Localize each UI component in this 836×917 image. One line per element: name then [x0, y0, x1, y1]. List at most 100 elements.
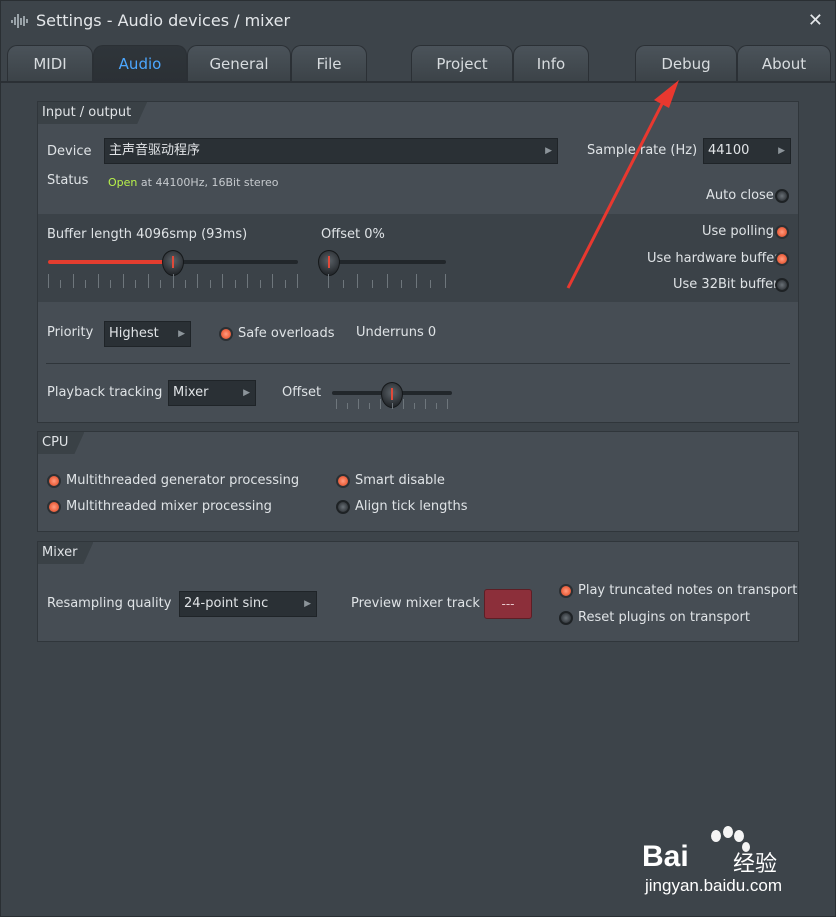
slider-tick: [430, 280, 431, 288]
slider-tick: [328, 274, 329, 288]
slider-tick: [160, 280, 161, 288]
slider-tick: [185, 280, 186, 288]
device-select[interactable]: 主声音驱动程序 ▶: [104, 138, 558, 164]
sample-rate-value: 44100: [708, 143, 750, 158]
watermark-brand-cn: 经验: [733, 852, 778, 877]
playback-tracking-select[interactable]: Mixer ▶: [168, 380, 256, 406]
slider-tick: [173, 274, 174, 288]
slider-tick: [148, 274, 149, 288]
title-bar[interactable]: Settings - Audio devices / mixer ✕: [1, 1, 835, 41]
input-output-panel: Input / output Device 主声音驱动程序 ▶ Sample r…: [37, 101, 799, 423]
device-value: 主声音驱动程序: [109, 143, 201, 158]
slider-tick: [387, 274, 388, 288]
dropdown-arrow-icon: ▶: [178, 329, 185, 339]
slider-tick: [445, 274, 446, 288]
slider-tick: [357, 274, 358, 288]
use-polling-toggle[interactable]: [775, 225, 789, 239]
resampling-quality-select[interactable]: 24-point sinc ▶: [179, 591, 317, 617]
priority-label: Priority: [47, 325, 94, 340]
slider-tick: [110, 280, 111, 288]
tab-general[interactable]: General: [187, 45, 291, 83]
slider-tick: [343, 280, 344, 288]
watermark-brand: Bai: [642, 840, 689, 873]
slider-tick: [73, 274, 74, 288]
preview-mixer-track-label: Preview mixer track: [351, 596, 480, 611]
auto-close-label: Auto close: [706, 188, 774, 203]
slider-tick: [260, 280, 261, 288]
play-truncated-toggle[interactable]: [559, 584, 573, 598]
status-label: Status: [47, 173, 89, 188]
fl-logo-icon: [11, 14, 28, 28]
slider-tick: [98, 274, 99, 288]
tab-debug[interactable]: Debug: [635, 45, 737, 83]
tab-about[interactable]: About: [737, 45, 831, 83]
tab-project[interactable]: Project: [411, 45, 513, 83]
multithreaded-mixer-label: Multithreaded mixer processing: [66, 499, 272, 514]
slider-tick: [447, 399, 448, 409]
dropdown-arrow-icon: ▶: [304, 599, 311, 609]
dropdown-arrow-icon: ▶: [778, 146, 785, 156]
slider-tick: [369, 403, 370, 409]
resampling-quality-value: 24-point sinc: [184, 596, 269, 611]
buffer-slider-ticks: [48, 274, 298, 288]
section-title-cpu: CPU: [38, 432, 84, 454]
auto-close-toggle[interactable]: [775, 189, 789, 203]
use-32bit-buffer-label: Use 32Bit buffer: [673, 277, 779, 292]
slider-tick: [222, 274, 223, 288]
slider-tick: [123, 274, 124, 288]
use-hardware-buffer-toggle[interactable]: [775, 252, 789, 266]
sample-rate-select[interactable]: 44100 ▶: [703, 138, 791, 164]
section-divider: [46, 363, 790, 364]
playback-offset-label: Offset: [282, 385, 322, 400]
preview-mixer-track-selector[interactable]: ---: [484, 589, 532, 619]
playback-offset-ticks: [336, 399, 448, 409]
multithreaded-generator-toggle[interactable]: [47, 474, 61, 488]
slider-tick: [285, 280, 286, 288]
tab-audio[interactable]: Audio: [93, 45, 187, 83]
priority-value: Highest: [109, 326, 159, 341]
priority-select[interactable]: Highest ▶: [104, 321, 191, 347]
use-hardware-buffer-label: Use hardware buffer: [647, 251, 780, 266]
resampling-quality-label: Resampling quality: [47, 596, 172, 611]
window-title: Settings - Audio devices / mixer: [36, 11, 291, 30]
status-text: Open at 44100Hz, 16Bit stereo: [108, 176, 278, 189]
multithreaded-generator-label: Multithreaded generator processing: [66, 473, 300, 488]
underruns-label: Underruns 0: [356, 325, 437, 340]
tab-bar: MIDI Audio General File Project Info Deb…: [1, 41, 835, 83]
dropdown-arrow-icon: ▶: [243, 388, 250, 398]
slider-tick: [48, 274, 49, 288]
tab-underline: [1, 81, 835, 83]
section-title-mixer: Mixer: [38, 542, 93, 564]
slider-tick: [197, 274, 198, 288]
align-tick-lengths-label: Align tick lengths: [355, 499, 468, 514]
safe-overloads-toggle[interactable]: [219, 327, 233, 341]
buffer-length-label: Buffer length 4096smp (93ms): [47, 227, 248, 242]
multithreaded-mixer-toggle[interactable]: [47, 500, 61, 514]
slider-tick: [347, 403, 348, 409]
slider-tick: [235, 280, 236, 288]
smart-disable-toggle[interactable]: [336, 474, 350, 488]
slider-tick: [210, 280, 211, 288]
tab-info[interactable]: Info: [513, 45, 589, 83]
slider-tick: [414, 403, 415, 409]
tab-midi[interactable]: MIDI: [7, 45, 93, 83]
close-icon[interactable]: ✕: [808, 10, 823, 31]
use-32bit-buffer-toggle[interactable]: [775, 278, 789, 292]
slider-tick: [392, 403, 393, 409]
smart-disable-label: Smart disable: [355, 473, 445, 488]
settings-window: Settings - Audio devices / mixer ✕ MIDI …: [0, 0, 836, 917]
cpu-panel: CPU Multithreaded generator processing M…: [37, 431, 799, 532]
playback-tracking-value: Mixer: [173, 385, 209, 400]
reset-plugins-toggle[interactable]: [559, 611, 573, 625]
align-tick-lengths-toggle[interactable]: [336, 500, 350, 514]
watermark-url: jingyan.baidu.com: [645, 876, 783, 895]
slider-tick: [272, 274, 273, 288]
offset-slider-ticks: [328, 274, 446, 288]
status-open: Open: [108, 176, 138, 189]
use-polling-label: Use polling: [702, 224, 774, 239]
offset-label: Offset 0%: [321, 227, 385, 242]
slider-tick: [135, 280, 136, 288]
tab-file[interactable]: File: [291, 45, 367, 83]
slider-tick: [416, 274, 417, 288]
play-truncated-label: Play truncated notes on transport: [578, 583, 798, 598]
